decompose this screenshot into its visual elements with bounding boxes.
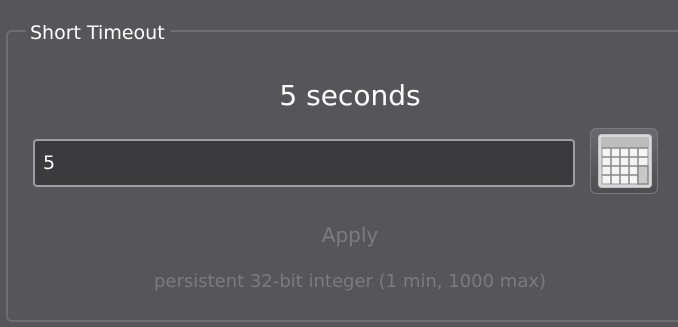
current-value-display: 5 seconds xyxy=(279,79,421,112)
type-description: persistent 32-bit integer (1 min, 1000 m… xyxy=(153,271,547,292)
keypad-button[interactable] xyxy=(590,128,658,194)
short-timeout-panel: Short Timeout 5 seconds Ap xyxy=(0,0,678,327)
timeout-value-input[interactable] xyxy=(33,139,575,187)
apply-button[interactable]: Apply xyxy=(0,220,678,250)
group-title: Short Timeout xyxy=(26,21,171,45)
keypad-icon xyxy=(598,134,652,188)
